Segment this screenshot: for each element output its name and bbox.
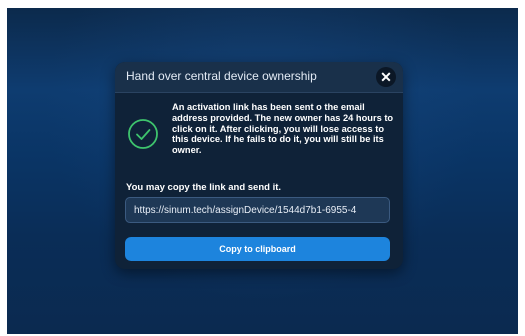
check-circle-icon [128, 119, 158, 149]
close-button[interactable]: ✕ [376, 67, 396, 87]
ownership-dialog: Hand over central device ownership ✕ An … [115, 62, 403, 269]
dialog-header: Hand over central device ownership ✕ [115, 62, 403, 93]
close-icon: ✕ [380, 69, 392, 85]
app-background: Hand over central device ownership ✕ An … [7, 8, 518, 334]
copy-to-clipboard-button[interactable]: Copy to clipboard [125, 237, 390, 261]
copy-link-label: You may copy the link and send it. [126, 182, 282, 193]
confirmation-message: An activation link has been sent o the e… [172, 102, 394, 156]
dialog-title: Hand over central device ownership [126, 69, 317, 83]
activation-link-field[interactable] [125, 197, 390, 223]
